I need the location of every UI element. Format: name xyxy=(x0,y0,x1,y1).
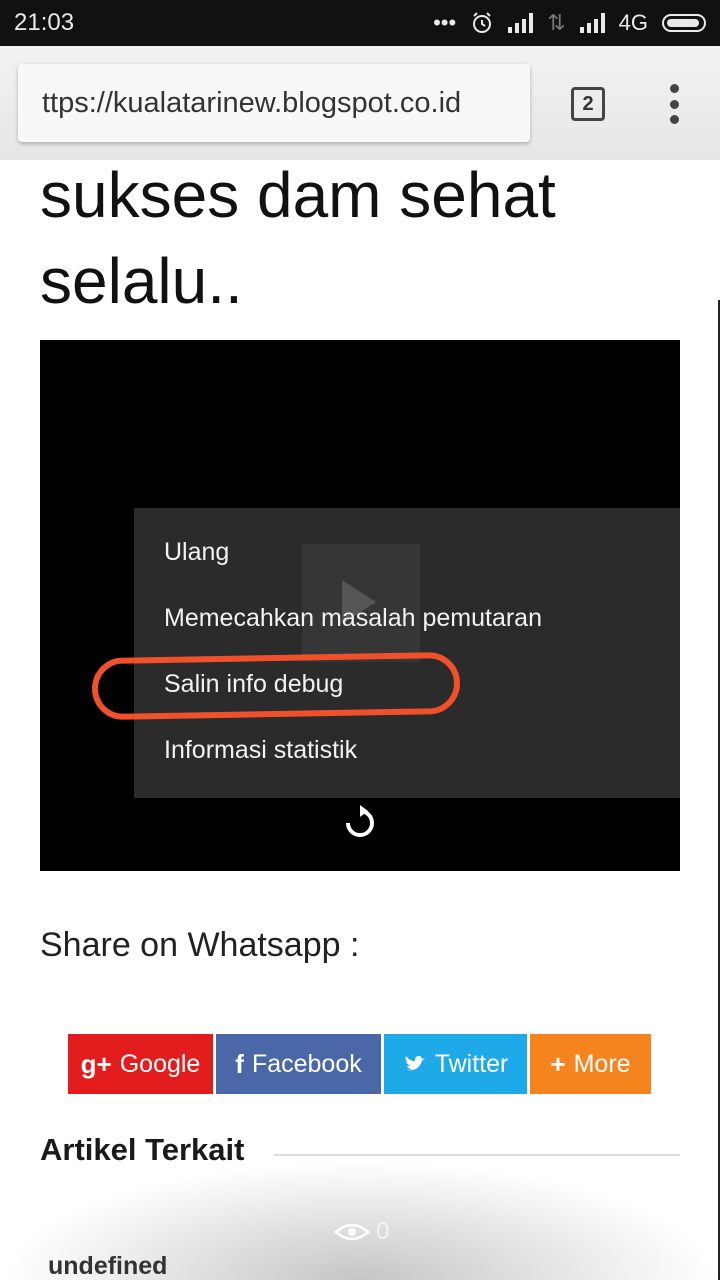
share-label: Share on Whatsapp : xyxy=(40,926,360,964)
view-counter: 0 xyxy=(334,1218,389,1246)
signal-icon xyxy=(508,13,534,33)
network-type: 4G xyxy=(618,10,648,35)
data-arrows-icon: ⇅ xyxy=(547,10,566,35)
menu-item-troubleshoot[interactable]: Memecahkan masalah pemutaran xyxy=(164,604,542,633)
share-facebook-label: Facebook xyxy=(251,1049,362,1078)
share-twitter-button[interactable]: Twitter xyxy=(384,1034,527,1094)
eye-icon xyxy=(334,1223,370,1241)
tab-count: 2 xyxy=(582,92,594,115)
share-twitter-label: Twitter xyxy=(434,1049,509,1078)
highlight-annotation xyxy=(91,651,461,721)
plus-icon: + xyxy=(550,1048,566,1079)
share-google-button[interactable]: g+ Google xyxy=(68,1034,213,1094)
article-heading: sukses dam sehat selalu.. xyxy=(40,159,556,317)
browser-toolbar: ttps://kualatarinew.blogspot.co.id 2 xyxy=(0,46,720,160)
share-more-label: More xyxy=(573,1049,631,1078)
twitter-bird-icon xyxy=(404,1055,425,1071)
google-plus-icon: g+ xyxy=(80,1048,112,1079)
alarm-icon xyxy=(473,12,492,33)
address-bar[interactable]: ttps://kualatarinew.blogspot.co.id xyxy=(18,64,530,142)
share-buttons: g+ Google f Facebook Twitter + More xyxy=(68,1034,651,1094)
overflow-menu-icon[interactable] xyxy=(664,84,684,124)
share-more-button[interactable]: + More xyxy=(530,1034,651,1094)
share-google-label: Google xyxy=(119,1049,201,1078)
tab-switcher-button[interactable]: 2 xyxy=(571,87,605,121)
video-player[interactable]: Ulang Memecahkan masalah pemutaran Salin… xyxy=(40,340,680,871)
status-icons: ••• ⇅ 4G xyxy=(433,10,706,36)
menu-item-ulang[interactable]: Ulang xyxy=(164,538,229,567)
status-bar: 21:03 ••• ⇅ 4G xyxy=(0,0,720,46)
replay-icon[interactable] xyxy=(340,803,380,843)
facebook-icon: f xyxy=(235,1048,244,1079)
view-count: 0 xyxy=(376,1218,390,1245)
more-dots-icon: ••• xyxy=(433,10,457,35)
divider xyxy=(274,1154,680,1156)
share-facebook-button[interactable]: f Facebook xyxy=(216,1034,381,1094)
signal-icon xyxy=(579,13,605,33)
menu-item-stats[interactable]: Informasi statistik xyxy=(164,736,357,765)
url-text: ttps://kualatarinew.blogspot.co.id xyxy=(42,86,462,119)
undefined-text: undefined xyxy=(48,1252,168,1280)
battery-icon xyxy=(662,14,706,32)
play-icon xyxy=(302,544,420,662)
status-time: 21:03 xyxy=(14,9,75,36)
